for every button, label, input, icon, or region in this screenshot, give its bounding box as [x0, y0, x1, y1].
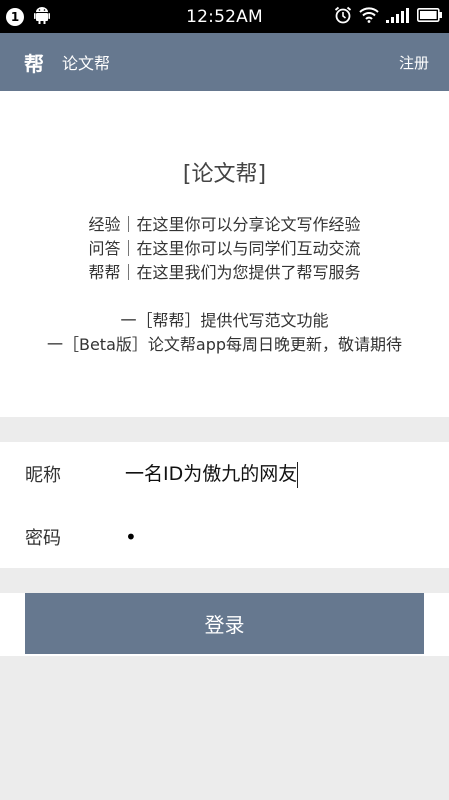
login-button-container: 登录 [0, 593, 449, 656]
alarm-icon [334, 6, 352, 28]
intro-notes: 一［帮帮］提供代写范文功能 一［Beta版］论文帮app每周日晚更新，敬请期待 [0, 309, 449, 357]
signal-icon [386, 7, 410, 27]
feature-line: 帮帮｜在这里我们为您提供了帮写服务 [88, 263, 361, 282]
battery-icon [417, 7, 443, 26]
intro-card: [论文帮] 经验｜在这里你可以分享论文写作经验 问答｜在这里你可以与同学们互动交… [0, 91, 449, 417]
nickname-row: 昵称 一名ID为傲九的网友 [0, 442, 449, 505]
intro-features: 经验｜在这里你可以分享论文写作经验 问答｜在这里你可以与同学们互动交流 帮帮｜在… [0, 213, 449, 285]
feature-line: 经验｜在这里你可以分享论文写作经验 [88, 215, 361, 234]
password-value[interactable]: • [125, 525, 137, 549]
note-line: 一［Beta版］论文帮app每周日晚更新，敬请期待 [46, 335, 403, 354]
nickname-value[interactable]: 一名ID为傲九的网友 [125, 463, 297, 485]
wifi-icon [359, 6, 379, 27]
register-button[interactable]: 注册 [399, 52, 429, 73]
text-caret [297, 462, 299, 489]
login-button[interactable]: 登录 [25, 593, 424, 654]
nickname-field[interactable]: 一名ID为傲九的网友 [125, 459, 299, 489]
status-bar: 1 12:52AM [0, 0, 449, 33]
app-bar: 帮 论文帮 注册 [0, 33, 449, 91]
login-form: 昵称 一名ID为傲九的网友 密码 • [0, 442, 449, 568]
app-title: 论文帮 [62, 54, 111, 73]
password-label: 密码 [25, 527, 61, 549]
note-line: 一［帮帮］提供代写范文功能 [120, 311, 329, 330]
feature-line: 问答｜在这里你可以与同学们互动交流 [88, 239, 361, 258]
password-field[interactable]: • [125, 525, 137, 549]
app-logo-icon: 帮 [24, 51, 44, 76]
nickname-label: 昵称 [25, 464, 61, 486]
intro-title: [论文帮] [182, 162, 267, 187]
status-bar-right [334, 0, 443, 33]
password-row: 密码 • [0, 505, 449, 568]
